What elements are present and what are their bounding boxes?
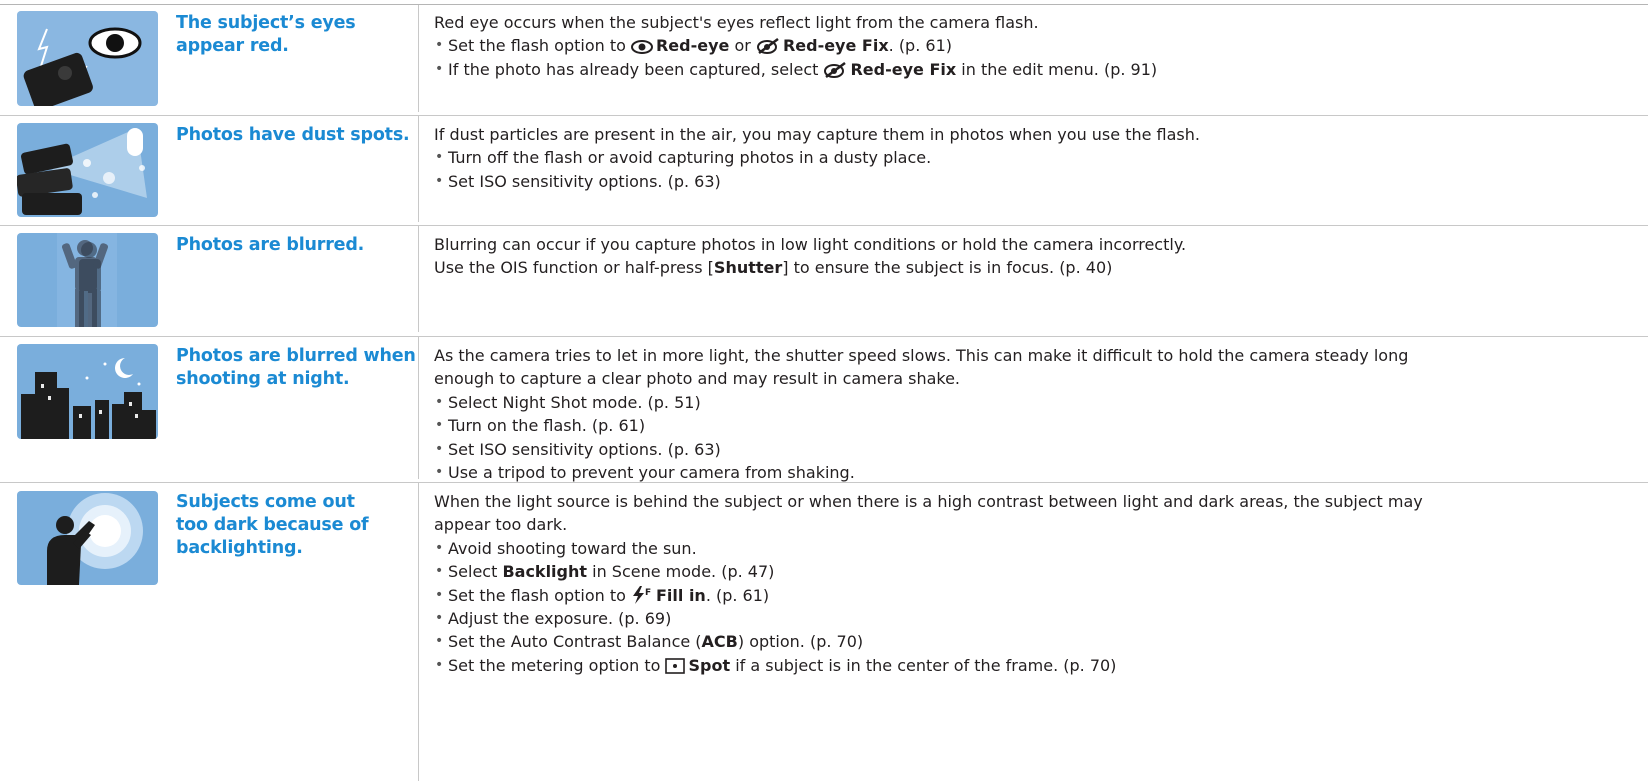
fill-in-flash-icon: F (632, 585, 651, 604)
column-divider (418, 483, 419, 781)
item-text: if a subject is in the center of the fra… (730, 655, 1117, 675)
intro-text: Red eye occurs when the subject's eyes r… (434, 13, 1039, 32)
item-text: or (729, 36, 756, 56)
list-item: Turn off the flash or avoid capturing ph… (434, 146, 1640, 170)
issue-title: Photos have dust spots. (176, 125, 410, 145)
red-eye-fix-icon (824, 61, 847, 78)
keyword: ACB (701, 632, 738, 652)
solution-text: When the light source is behind the subj… (434, 490, 1640, 678)
solution-text: As the camera tries to let in more light… (434, 344, 1640, 485)
list-item: Select Backlight in Scene mode. (p. 47) (434, 560, 1640, 584)
list-item: Set the flash option to F Fill in. (p. 61… (434, 584, 1640, 608)
column-divider (418, 226, 419, 332)
list-item: Turn on the flash. (p. 61) (434, 414, 1640, 438)
list-item: Set the Auto Contrast Balance (ACB) opti… (434, 630, 1640, 654)
table-row: Photos have dust spots. If dust particle… (0, 115, 1648, 222)
keyword: Fill in (655, 585, 706, 605)
list-item: Select Night Shot mode. (p. 51) (434, 391, 1640, 415)
issue-title: Photos are blurred. (176, 235, 365, 255)
item-text: ] to ensure the subject is in focus. (p.… (782, 258, 1113, 278)
list-item: If the photo has already been captured, … (434, 58, 1640, 82)
spot-metering-icon (665, 658, 686, 674)
red-eye-camera-illustration (17, 11, 158, 106)
table-row: Subjects come out too dark because of ba… (0, 482, 1648, 781)
item-text: . (p. 61) (888, 36, 952, 56)
column-divider (418, 116, 419, 222)
table-row: The subject’s eyes appear red. Red eye o… (0, 4, 1648, 112)
list-item: Use a tripod to prevent your camera from… (434, 461, 1640, 485)
issue-title: Photos are blurred when shooting at nigh… (176, 346, 416, 389)
tip-text: Use the OIS function or half-press [Shut… (434, 256, 1640, 279)
issue-title: Subjects come out too dark because of ba… (176, 492, 369, 558)
intro-text: If dust particles are present in the air… (434, 125, 1200, 144)
item-text: If the photo has already been captured, … (448, 59, 824, 79)
list-item: Set the metering option to Spot if a sub… (434, 654, 1640, 678)
list-item: Set ISO sensitivity options. (p. 63) (434, 438, 1640, 462)
keyword: Red-eye Fix (850, 59, 957, 79)
item-text: Set the flash option to (448, 36, 631, 56)
keyword: Red-eye (655, 36, 730, 56)
keyword: Spot (688, 655, 731, 675)
solution-text: If dust particles are present in the air… (434, 123, 1640, 194)
column-divider (418, 337, 419, 479)
table-row: Photos are blurred when shooting at nigh… (0, 336, 1648, 485)
red-eye-fix-icon (756, 38, 779, 55)
item-text: in Scene mode. (p. 47) (587, 562, 775, 582)
item-text: Set the Auto Contrast Balance ( (448, 632, 702, 652)
keyword: Backlight (502, 562, 588, 582)
night-city-illustration (17, 344, 158, 439)
item-text: Select (448, 562, 503, 582)
item-text: . (p. 61) (705, 585, 770, 605)
item-text: Set the metering option to (448, 655, 666, 675)
item-text: Use the OIS function or half-press [ (434, 258, 714, 278)
item-text: ) option. (p. 70) (737, 632, 864, 652)
intro-text: appear too dark. (434, 515, 568, 535)
intro-text: As the camera tries to let in more light… (434, 346, 1409, 365)
column-divider (418, 5, 419, 112)
keyword: Red-eye Fix (782, 36, 889, 56)
table-row: Photos are blurred. Blurring can occur i… (0, 225, 1648, 332)
list-item: Avoid shooting toward the sun. (434, 537, 1640, 561)
solution-text: Blurring can occur if you capture photos… (434, 233, 1640, 280)
backlight-person-illustration (17, 491, 158, 585)
solution-text: Red eye occurs when the subject's eyes r… (434, 11, 1640, 82)
list-item: Set the flash option to Red-eye or Red-e… (434, 34, 1640, 58)
item-text: Set the flash option to (448, 585, 631, 605)
intro-text: enough to capture a clear photo and may … (434, 369, 961, 389)
intro-text: When the light source is behind the subj… (434, 492, 1423, 511)
red-eye-icon (630, 40, 653, 55)
item-text: in the edit menu. (p. 91) (956, 59, 1158, 79)
issue-title: The subject’s eyes appear red. (176, 13, 356, 56)
dust-spots-illustration (17, 123, 158, 217)
list-item: Adjust the exposure. (p. 69) (434, 607, 1640, 631)
blurred-person-illustration (17, 233, 158, 327)
list-item: Set ISO sensitivity options. (p. 63) (434, 170, 1640, 194)
keyword: Shutter (713, 258, 783, 278)
intro-text: Blurring can occur if you capture photos… (434, 235, 1187, 254)
svg-text:F: F (645, 588, 651, 598)
